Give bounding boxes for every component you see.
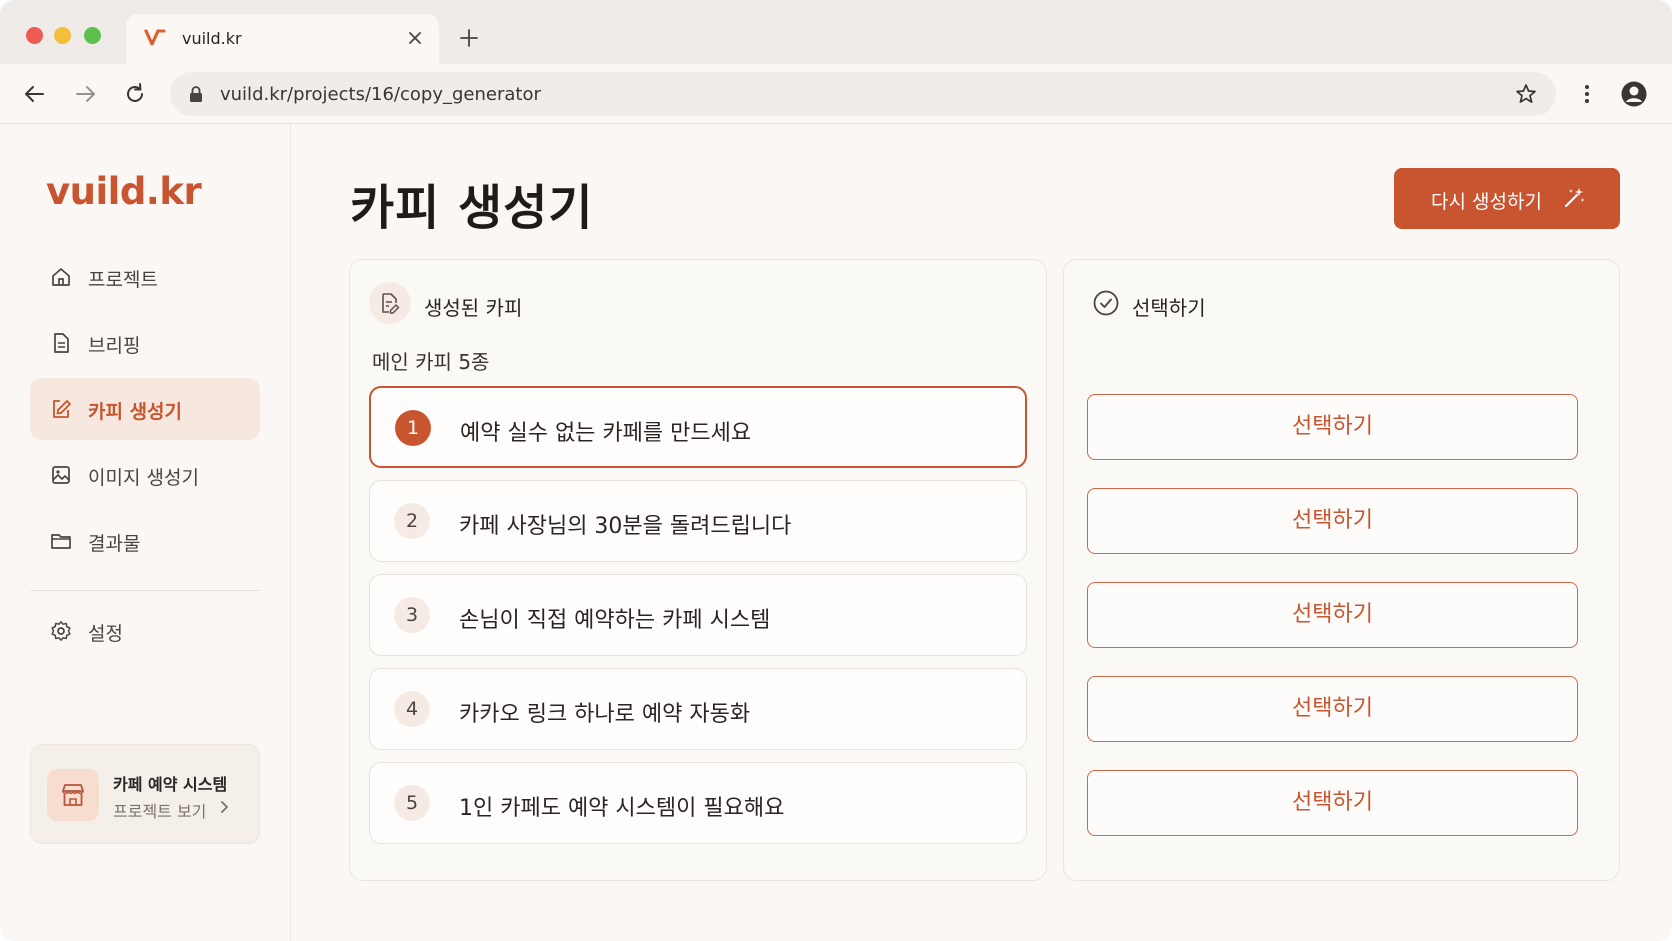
select-button-2[interactable]: 선택하기: [1087, 488, 1578, 554]
lock-icon: [190, 86, 202, 102]
copy-text: 예약 실수 없는 카페를 만드세요: [460, 421, 752, 446]
panel-title: 선택하기: [1132, 296, 1206, 320]
page-title: 카피 생성기: [350, 180, 594, 236]
reload-icon[interactable]: [122, 81, 148, 107]
project-icon-wrapper: [47, 769, 99, 821]
copy-option-5[interactable]: 5 1인 카페도 예약 시스템이 필요해요: [369, 762, 1027, 844]
copy-option-3[interactable]: 3 손님이 직접 예약하는 카페 시스템: [369, 574, 1027, 656]
minimize-window-button[interactable]: [54, 27, 71, 44]
sidebar-item-settings[interactable]: 설정: [30, 600, 260, 662]
maximize-window-button[interactable]: [84, 27, 101, 44]
sidebar-item-label: 프로젝트: [88, 269, 158, 291]
copy-text: 카카오 링크 하나로 예약 자동화: [459, 702, 751, 727]
panel-icon-wrapper: [369, 282, 411, 324]
sidebar-item-results[interactable]: 결과물: [30, 510, 260, 572]
copy-option-1[interactable]: 1 예약 실수 없는 카페를 만드세요: [369, 386, 1027, 468]
more-menu-icon[interactable]: [1574, 81, 1600, 107]
home-icon: [52, 268, 70, 286]
select-button-1[interactable]: 선택하기: [1087, 394, 1578, 460]
select-panel: 선택하기 선택하기 선택하기 선택하기 선택하기 선택하기: [1063, 259, 1620, 881]
copy-number-badge: 1: [395, 410, 431, 446]
sidebar-item-projects[interactable]: 프로젝트: [30, 246, 260, 308]
sidebar-item-label: 이미지 생성기: [88, 467, 199, 489]
select-button-3[interactable]: 선택하기: [1087, 582, 1578, 648]
vuild-logo-icon: [144, 29, 166, 46]
sidebar-item-image-generator[interactable]: 이미지 생성기: [30, 444, 260, 506]
copy-number-badge: 4: [394, 691, 430, 727]
copy-text: 카페 사장님의 30분을 돌려드립니다: [459, 514, 792, 539]
brand-logo[interactable]: vuild.kr: [46, 170, 202, 213]
browser-toolbar: vuild.kr/projects/16/copy_generator: [0, 64, 1672, 124]
profile-icon[interactable]: [1620, 80, 1648, 108]
document-icon: [54, 333, 69, 353]
section-label: 메인 카피 5종: [372, 350, 490, 374]
copy-number-badge: 5: [394, 785, 430, 821]
copy-text: 손님이 직접 예약하는 카페 시스템: [459, 608, 771, 633]
sidebar-item-label: 설정: [88, 623, 123, 645]
gear-icon: [51, 621, 71, 641]
copy-number-badge: 3: [394, 597, 430, 633]
select-button-4[interactable]: 선택하기: [1087, 676, 1578, 742]
browser-window: vuild.kr vuild.kr/projects/16/copy_gener…: [0, 0, 1672, 941]
address-bar[interactable]: vuild.kr/projects/16/copy_generator: [170, 72, 1556, 116]
check-circle-icon: [1093, 290, 1119, 316]
generated-copy-panel: 생성된 카피 메인 카피 5종 1 예약 실수 없는 카페를 만드세요 2 카페…: [349, 259, 1047, 881]
new-tab-icon[interactable]: [458, 27, 480, 49]
forward-arrow-icon[interactable]: [72, 81, 98, 107]
sidebar-item-label: 카피 생성기: [88, 401, 183, 423]
folder-icon: [51, 534, 71, 549]
regenerate-button[interactable]: 다시 생성하기: [1394, 168, 1620, 229]
sidebar-item-label: 브리핑: [88, 335, 141, 357]
close-tab-icon[interactable]: [406, 29, 424, 47]
sidebar-item-copy-generator[interactable]: 카피 생성기: [30, 378, 260, 440]
project-card[interactable]: 카페 예약 시스템 프로젝트 보기: [30, 744, 260, 844]
view-project-link[interactable]: 프로젝트 보기: [113, 798, 206, 822]
project-card-title: 카페 예약 시스템: [113, 775, 228, 794]
tab-bar: vuild.kr: [0, 0, 1672, 64]
image-icon: [52, 466, 70, 484]
tab-title: vuild.kr: [182, 29, 242, 48]
copy-text: 1인 카페도 예약 시스템이 필요해요: [459, 796, 785, 821]
sidebar: vuild.kr 프로젝트 브리핑 카피 생성기 이미지 생성기 결과물 설정 …: [0, 124, 291, 941]
bookmark-star-icon[interactable]: [1514, 82, 1538, 106]
copy-option-4[interactable]: 4 카카오 링크 하나로 예약 자동화: [369, 668, 1027, 750]
copy-option-2[interactable]: 2 카페 사장님의 30분을 돌려드립니다: [369, 480, 1027, 562]
sidebar-divider: [30, 590, 260, 591]
select-button-5[interactable]: 선택하기: [1087, 770, 1578, 836]
store-icon: [62, 784, 84, 806]
edit-icon: [53, 400, 71, 418]
document-edit-icon: [382, 293, 400, 314]
url-text[interactable]: vuild.kr/projects/16/copy_generator: [220, 84, 541, 105]
panel-title: 생성된 카피: [424, 296, 523, 320]
chevron-right-icon: [221, 801, 228, 813]
back-arrow-icon[interactable]: [22, 81, 48, 107]
sidebar-item-label: 결과물: [88, 533, 141, 555]
regenerate-label: 다시 생성하기: [1431, 191, 1542, 213]
close-window-button[interactable]: [26, 27, 43, 44]
browser-tab[interactable]: vuild.kr: [126, 14, 439, 64]
copy-number-badge: 2: [394, 503, 430, 539]
sidebar-item-briefing[interactable]: 브리핑: [30, 312, 260, 374]
magic-wand-icon: [1564, 188, 1585, 208]
